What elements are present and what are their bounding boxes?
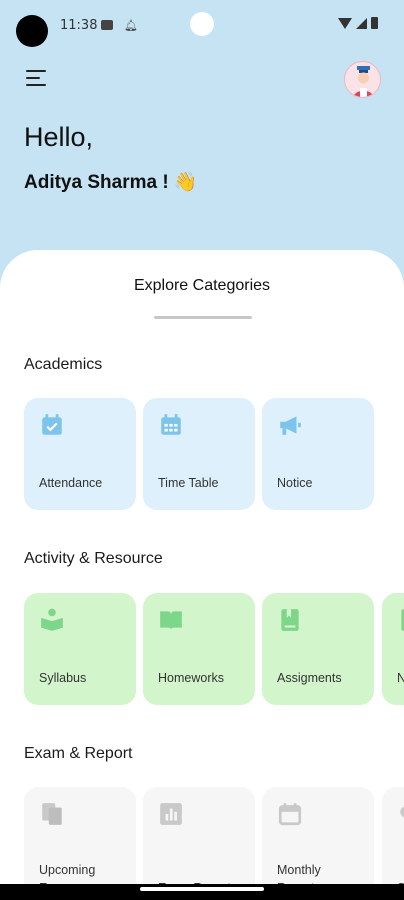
card-label-assignments: Assigments xyxy=(277,671,342,685)
card-exam-more[interactable]: S T xyxy=(382,787,404,899)
camera-cutout xyxy=(16,15,48,47)
documents-icon xyxy=(42,803,62,825)
sheet-title: Explore Categories xyxy=(133,277,271,294)
app-screen: 11:38 🔔︎ Hello, Aditya Sharma ! 👋 Explor… xyxy=(0,0,404,900)
open-book-icon xyxy=(160,611,182,630)
heart-icon xyxy=(400,806,404,818)
section-title-academics: Academics xyxy=(24,356,103,373)
reading-person-icon xyxy=(41,608,63,631)
calendar-check-icon xyxy=(42,414,62,435)
card-upcoming-exam[interactable]: Upcoming Exam xyxy=(24,787,136,899)
megaphone-icon xyxy=(280,416,301,435)
card-activity-more[interactable]: N xyxy=(382,593,404,705)
bookmarked-book-icon xyxy=(281,609,299,631)
card-label-time-table: Time Table xyxy=(158,476,219,490)
calendar-icon xyxy=(278,803,302,826)
front-camera-icon xyxy=(190,12,214,36)
sheet-divider xyxy=(154,316,252,319)
greeting-text: Hello, xyxy=(24,122,94,152)
status-time: 11:38 xyxy=(60,18,98,33)
user-name: Aditya Sharma ! 👋 xyxy=(24,172,198,193)
card-label-activity-more: N xyxy=(397,671,404,685)
avatar[interactable] xyxy=(344,61,381,98)
bar-chart-icon xyxy=(160,803,182,825)
status-bar: 11:38 🔔︎ xyxy=(0,0,404,52)
calendar-grid-icon xyxy=(161,414,181,435)
battery-icon xyxy=(371,17,378,29)
youtube-notification-icon xyxy=(101,20,113,30)
home-indicator[interactable] xyxy=(140,887,264,891)
card-homeworks[interactable]: Homeworks xyxy=(143,593,255,705)
signal-icon xyxy=(356,17,367,29)
section-title-exam: Exam & Report xyxy=(24,745,133,762)
book-icon xyxy=(401,609,404,631)
card-time-table[interactable]: Time Table xyxy=(143,398,255,510)
card-label-notice: Notice xyxy=(277,476,313,490)
card-assignments[interactable]: Assigments xyxy=(262,593,374,705)
card-label-homeworks: Homeworks xyxy=(158,671,224,685)
bell-notification-icon: 🔔︎ xyxy=(124,19,138,32)
status-indicators xyxy=(338,17,378,29)
card-label-attendance: Attendance xyxy=(39,476,103,490)
card-exam-report[interactable]: Exam Report xyxy=(143,787,255,899)
hamburger-icon xyxy=(26,70,46,72)
card-label-syllabus: Syllabus xyxy=(39,671,87,685)
card-monthly-reports[interactable]: Monthly Reports xyxy=(262,787,374,899)
card-syllabus[interactable]: Syllabus xyxy=(24,593,136,705)
student-avatar-icon xyxy=(345,62,380,97)
card-notice[interactable]: Notice xyxy=(262,398,374,510)
wifi-icon xyxy=(338,17,352,29)
card-attendance[interactable]: Attendance xyxy=(24,398,136,510)
menu-button[interactable] xyxy=(26,70,48,88)
section-title-activity: Activity & Resource xyxy=(24,550,163,567)
